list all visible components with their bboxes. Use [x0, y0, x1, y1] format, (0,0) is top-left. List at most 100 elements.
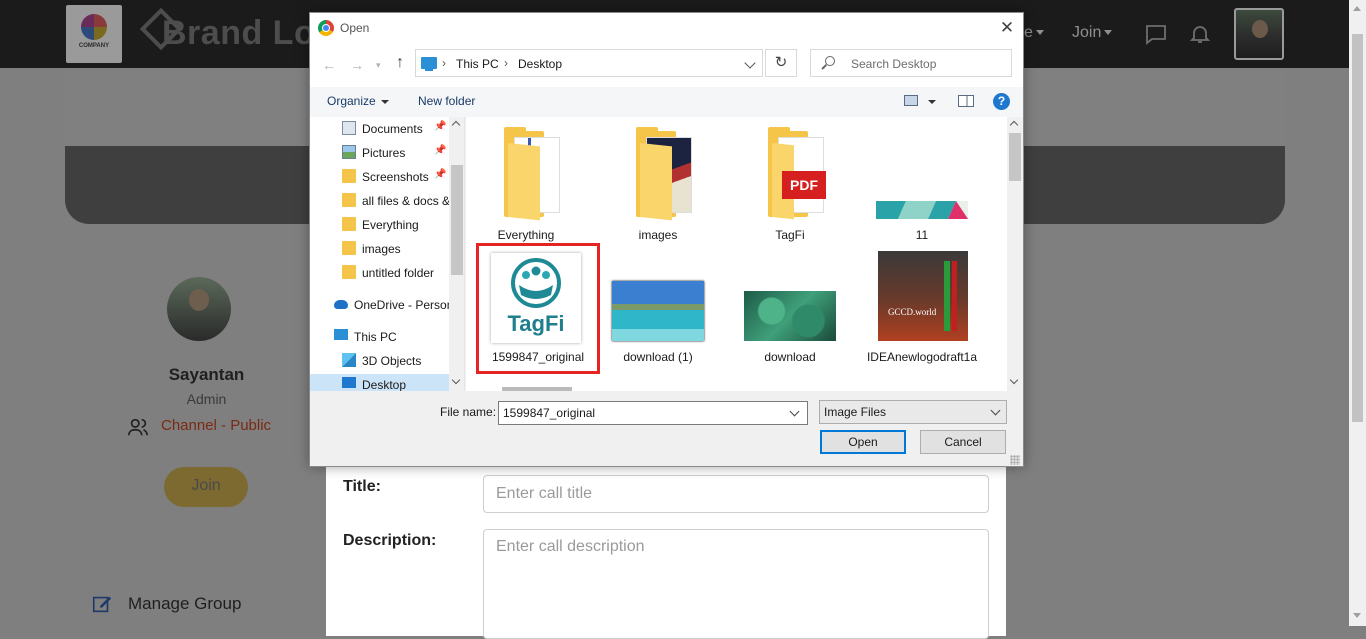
folder-icon	[342, 241, 356, 255]
search-box[interactable]: Search Desktop	[810, 49, 1012, 77]
nav-join-menu[interactable]: Join	[1072, 24, 1113, 42]
folder-icon: PDF	[768, 127, 832, 220]
file-item-11[interactable]: 11	[862, 117, 982, 245]
new-folder-button[interactable]: New folder	[418, 94, 475, 108]
open-button[interactable]: Open	[820, 430, 906, 454]
help-icon[interactable]: ?	[993, 93, 1010, 110]
chrome-icon	[318, 20, 334, 36]
folder-icon	[342, 169, 356, 183]
breadcrumb-desktop[interactable]: Desktop	[518, 57, 562, 71]
file-item-1599847-original[interactable]: TagFi 1599847_original	[466, 243, 600, 374]
file-list-scrollbar[interactable]	[1007, 117, 1023, 391]
scroll-down-icon[interactable]	[1009, 375, 1019, 385]
open-file-dialog: Open ✕ ← → ▾ ↑ › This PC › Desktop ↻ Sea…	[309, 12, 1024, 467]
scroll-down-icon[interactable]	[451, 375, 461, 385]
pdf-badge: PDF	[782, 171, 826, 199]
manage-group-card[interactable]: Manage Group	[65, 567, 348, 637]
company-logo[interactable]: COMPANY	[66, 5, 122, 63]
bell-icon[interactable]	[1188, 22, 1212, 46]
dialog-title: Open	[340, 21, 370, 35]
file-item-download-1[interactable]: download (1)	[598, 245, 718, 373]
join-button[interactable]: Join	[164, 467, 248, 507]
call-title-input[interactable]	[483, 475, 989, 513]
scroll-up-icon[interactable]	[1353, 6, 1361, 11]
file-item-ideanewlogodraft1a[interactable]: GCCD.world IDEAnewlogodraft1a	[862, 245, 982, 373]
nav-item-label: Everything	[362, 218, 419, 232]
pin-icon: 📌	[434, 169, 447, 180]
page-scrollbar[interactable]	[1349, 0, 1366, 626]
file-item-everything[interactable]: Everything	[466, 117, 586, 245]
3d-objects-icon	[342, 353, 356, 367]
file-item-download[interactable]: download	[730, 245, 850, 373]
nav-item-images[interactable]: images	[310, 238, 449, 260]
breadcrumb-separator: ›	[442, 56, 446, 70]
nav-menu-partial[interactable]: e	[1024, 24, 1044, 42]
chevron-down-icon[interactable]	[789, 406, 800, 417]
file-name-input[interactable]: 1599847_original	[498, 401, 808, 425]
back-arrow-icon[interactable]: ←	[322, 57, 336, 73]
cancel-button[interactable]: Cancel	[920, 430, 1006, 454]
tagfi-logo-text: TagFi	[507, 311, 565, 336]
scroll-up-icon[interactable]	[1009, 120, 1019, 130]
image-thumbnail-icon	[876, 201, 968, 219]
file-item-images[interactable]: images	[598, 117, 718, 245]
documents-icon	[342, 121, 356, 135]
call-description-input[interactable]	[483, 529, 989, 639]
folder-front-icon	[640, 143, 672, 221]
address-bar[interactable]: › This PC › Desktop	[415, 49, 763, 77]
chevron-down-icon	[380, 99, 389, 104]
chat-icon[interactable]	[1144, 22, 1168, 46]
change-view-icon[interactable]	[904, 95, 918, 106]
breadcrumb-this-pc[interactable]: This PC	[456, 57, 499, 71]
close-button[interactable]: ✕	[992, 15, 1022, 41]
preview-pane-icon[interactable]	[958, 95, 974, 107]
profile-card: Sayantan Admin Channel - Public Join	[65, 239, 348, 551]
file-item-tagfi-folder[interactable]: PDF TagFi	[730, 117, 850, 245]
folder-icon	[342, 193, 356, 207]
page-scrollbar-thumb[interactable]	[1352, 34, 1363, 422]
file-item-label: IDEAnewlogodraft1a	[866, 350, 978, 364]
nav-item-everything[interactable]: Everything	[310, 214, 449, 236]
nav-item-desktop[interactable]: Desktop	[310, 374, 449, 391]
nav-item-label: OneDrive - Person	[354, 298, 449, 312]
nav-item-screenshots[interactable]: Screenshots 📌	[310, 166, 449, 188]
organize-menu[interactable]: Organize	[327, 94, 389, 108]
nav-item-onedrive[interactable]: OneDrive - Person	[310, 294, 449, 316]
nav-item-all-files[interactable]: all files & docs &	[310, 190, 449, 212]
nav-menu-partial-label: e	[1024, 24, 1033, 41]
dialog-footer: File name: 1599847_original Image Files …	[310, 391, 1023, 466]
file-type-select[interactable]: Image Files	[819, 400, 1007, 424]
resize-grip-icon[interactable]	[1010, 455, 1020, 465]
file-list-scrollbar-thumb[interactable]	[1009, 133, 1021, 181]
user-avatar[interactable]	[1234, 8, 1284, 60]
nav-item-this-pc[interactable]: This PC	[310, 326, 449, 348]
channel-visibility[interactable]: Channel - Public	[161, 417, 271, 434]
onedrive-icon	[334, 300, 348, 309]
scroll-up-icon[interactable]	[451, 120, 461, 130]
this-pc-icon	[421, 57, 437, 71]
search-placeholder: Search Desktop	[851, 57, 937, 71]
up-arrow-icon[interactable]: ↑	[396, 54, 404, 72]
navigation-scrollbar-thumb[interactable]	[451, 165, 463, 275]
scroll-down-icon[interactable]	[1353, 613, 1361, 618]
profile-avatar	[167, 277, 231, 341]
chevron-down-icon[interactable]	[744, 57, 756, 69]
forward-arrow-icon[interactable]: →	[350, 57, 364, 73]
file-item-label: download (1)	[623, 350, 693, 364]
nav-item-label: This PC	[354, 330, 397, 344]
view-options-chevron-icon[interactable]	[928, 100, 936, 104]
dialog-titlebar[interactable]: Open ✕	[310, 13, 1023, 43]
file-item-label: download	[764, 350, 816, 364]
file-item-label: 11	[915, 228, 929, 242]
nav-item-documents[interactable]: Documents 📌	[310, 118, 449, 140]
nav-item-3d-objects[interactable]: 3D Objects	[310, 350, 449, 372]
nav-item-untitled-folder[interactable]: untitled folder	[310, 262, 449, 284]
recent-locations-icon[interactable]: ▾	[376, 60, 381, 71]
desktop-icon	[342, 377, 356, 388]
refresh-button[interactable]: ↻	[765, 49, 797, 77]
file-list: Everything images PDF TagFi 11 TagFi 159…	[466, 117, 1023, 391]
nav-item-label: Documents	[362, 122, 423, 136]
nav-item-label: Desktop	[362, 378, 407, 391]
navigation-scrollbar[interactable]	[449, 117, 464, 391]
nav-item-pictures[interactable]: Pictures 📌	[310, 142, 449, 164]
